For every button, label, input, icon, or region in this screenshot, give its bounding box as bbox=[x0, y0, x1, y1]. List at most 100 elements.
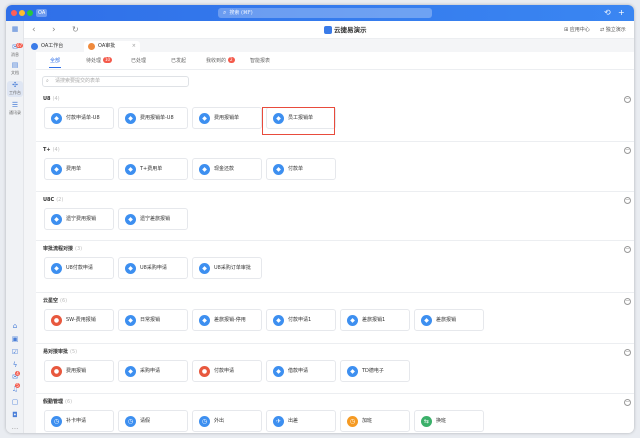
back-icon[interactable]: ‹ bbox=[32, 24, 36, 36]
collapse-section-icon[interactable]: − bbox=[624, 96, 631, 103]
file-icon[interactable]: ▢ bbox=[10, 397, 20, 407]
form-card[interactable]: ◆ 差旅报销 bbox=[414, 309, 484, 331]
form-card[interactable]: ◷ 外出 bbox=[192, 410, 262, 432]
form-card[interactable]: ◷ 请假 bbox=[118, 410, 188, 432]
section-divider bbox=[36, 343, 634, 344]
history-icon[interactable]: ⟲ bbox=[604, 7, 611, 19]
forward-icon[interactable]: › bbox=[52, 24, 56, 36]
sidebar-item-workbench[interactable]: ✣ 工作台 bbox=[7, 81, 23, 97]
form-card[interactable]: ◆ 费用报销单-U8 bbox=[118, 107, 188, 129]
section-divider bbox=[36, 191, 634, 192]
form-card[interactable]: ◆ 差旅报销1 bbox=[340, 309, 410, 331]
form-card[interactable]: ◆ 采购申请 bbox=[118, 360, 188, 382]
form-card-label: U8付款申请 bbox=[66, 265, 93, 271]
section-title-text: T+ bbox=[43, 147, 51, 153]
highlight-box bbox=[262, 107, 335, 135]
form-card[interactable]: ◆ 差旅报销-停用 bbox=[192, 309, 262, 331]
section-title-text: 审批流程对接 bbox=[43, 246, 74, 252]
contacts-icon: ☰ bbox=[11, 101, 19, 109]
sidebar-item-apps[interactable]: ▦ bbox=[7, 25, 23, 41]
form-card[interactable]: ◆ 遗宁差旅报销 bbox=[118, 208, 188, 230]
form-card[interactable]: ✈ 出差 bbox=[266, 410, 336, 432]
team-switch-button[interactable]: ⇄ 独立演示 bbox=[600, 25, 626, 35]
collapse-section-icon[interactable]: − bbox=[624, 246, 631, 253]
grid-icon: ▦ bbox=[11, 25, 19, 33]
sidebar-item-messages[interactable]: ✉ 消息 67 bbox=[7, 43, 24, 59]
tab-smart-report[interactable]: 智能报表 bbox=[250, 56, 270, 66]
form-card-label: 费用报销单-U8 bbox=[140, 115, 174, 121]
mail-icon[interactable]: ✉ 4 bbox=[10, 371, 20, 382]
form-search-input[interactable]: ⌕ 请搜索要提交的表单 bbox=[42, 76, 189, 87]
swap-icon: ⇆ bbox=[421, 416, 432, 427]
form-card[interactable]: ● SW-费用报销 bbox=[44, 309, 114, 331]
brand-logo-icon bbox=[324, 26, 332, 34]
tab-all[interactable]: 全部 bbox=[50, 56, 60, 66]
app-center-button[interactable]: ⊞ 应用中心 bbox=[564, 25, 590, 35]
form-card[interactable]: ◆ 付款单 bbox=[266, 158, 336, 180]
form-card[interactable]: ◷ 加班 bbox=[340, 410, 410, 432]
refresh-icon[interactable]: ↻ bbox=[72, 24, 79, 36]
collapse-section-icon[interactable]: − bbox=[624, 197, 631, 204]
form-card[interactable]: ◆ 付款申请单-U8 bbox=[44, 107, 114, 129]
sidebar-item-documents[interactable]: ▤ 文档 bbox=[7, 61, 23, 77]
tab-initiated[interactable]: 已发起 bbox=[171, 56, 186, 66]
collapse-section-icon[interactable]: − bbox=[624, 147, 631, 154]
form-card[interactable]: ◆ 现金还款 bbox=[192, 158, 262, 180]
collapse-section-icon[interactable]: − bbox=[624, 349, 631, 356]
shield-icon: ◆ bbox=[199, 315, 210, 326]
form-card-label: 换班 bbox=[436, 418, 447, 424]
form-card-label: 差旅报销1 bbox=[362, 317, 386, 323]
minimize-window-icon[interactable] bbox=[19, 10, 25, 16]
form-card[interactable]: ◆ U8采购申请 bbox=[118, 257, 188, 279]
collapse-section-icon[interactable]: − bbox=[624, 298, 631, 305]
form-card[interactable]: ◆ 借款申请 bbox=[266, 360, 336, 382]
section-title: T+ (4) bbox=[43, 146, 60, 154]
brand-title[interactable]: 云捷易演示 bbox=[324, 25, 367, 35]
form-card-label: 费用报销 bbox=[66, 368, 87, 374]
bell-icon[interactable]: ♫ 5 bbox=[10, 383, 20, 394]
form-card-label: 差旅报销 bbox=[436, 317, 457, 323]
sidebar-item-contacts[interactable]: ☰ 通讯录 bbox=[7, 101, 23, 117]
home-icon[interactable]: ⌂ bbox=[10, 321, 20, 331]
tab-processed[interactable]: 已处理 bbox=[131, 56, 146, 66]
global-search-input[interactable]: ⌕ 搜索 (⌘F) bbox=[218, 8, 432, 18]
plus-icon[interactable]: + bbox=[618, 7, 625, 19]
form-card[interactable]: ◆ TD德电子 bbox=[340, 360, 410, 382]
form-card[interactable]: ⇆ 换班 bbox=[414, 410, 484, 432]
form-card-label: 付款单 bbox=[288, 166, 304, 172]
section-count: (5) bbox=[70, 349, 78, 355]
camera-icon[interactable]: ◘ bbox=[10, 410, 20, 420]
form-card-label: 费用单 bbox=[66, 166, 82, 172]
form-card[interactable]: ◆ 日常报销 bbox=[118, 309, 188, 331]
task-icon[interactable]: ☑ bbox=[10, 347, 20, 357]
calendar-icon[interactable]: ▣ bbox=[10, 334, 20, 344]
form-card[interactable]: ● 费用报销 bbox=[44, 360, 114, 382]
clock-icon: ◷ bbox=[347, 416, 358, 427]
form-card[interactable]: ◆ 付款申请1 bbox=[266, 309, 336, 331]
form-card[interactable]: ◆ 费用报销单 bbox=[192, 107, 262, 129]
form-card[interactable]: ◆ U8付款申请 bbox=[44, 257, 114, 279]
shield-icon: ◆ bbox=[125, 113, 136, 124]
form-card[interactable]: ◆ 费用单 bbox=[44, 158, 114, 180]
tab-oa-approval[interactable]: OA审批 × bbox=[84, 41, 140, 52]
maximize-window-icon[interactable] bbox=[27, 10, 33, 16]
collapse-section-icon[interactable]: − bbox=[624, 399, 631, 406]
section-divider bbox=[36, 393, 634, 394]
navigation-bar: ‹ › ↻ 云捷易演示 ⊞ 应用中心 ⇄ 独立演示 bbox=[24, 21, 634, 39]
form-card[interactable]: ◆ T+费用单 bbox=[118, 158, 188, 180]
close-window-icon[interactable] bbox=[11, 10, 17, 16]
form-card[interactable]: ● 付款申请 bbox=[192, 360, 262, 382]
approval-tabs: 全部 待处理 10 已处理 已发起 我收到的 2 智能报表 bbox=[36, 52, 634, 70]
form-card[interactable]: ◆ U8采购订单审批 bbox=[192, 257, 262, 279]
form-card[interactable]: ◷ 补卡申请 bbox=[44, 410, 114, 432]
more-icon[interactable]: ··· bbox=[10, 424, 20, 433]
pending-badge: 10 bbox=[103, 57, 113, 63]
form-card[interactable]: ◆ 遗宁费用报销 bbox=[44, 208, 114, 230]
tab-received[interactable]: 我收到的 2 bbox=[206, 56, 235, 66]
section-title: 审批流程对接 (3) bbox=[43, 245, 82, 253]
tab-pending[interactable]: 待处理 10 bbox=[86, 56, 113, 66]
close-tab-icon[interactable]: × bbox=[132, 41, 136, 52]
tab-oa-workbench[interactable]: OA工作台 bbox=[27, 41, 83, 52]
lightning-icon[interactable]: ϟ bbox=[10, 360, 20, 370]
document-icon: ▤ bbox=[11, 61, 19, 69]
